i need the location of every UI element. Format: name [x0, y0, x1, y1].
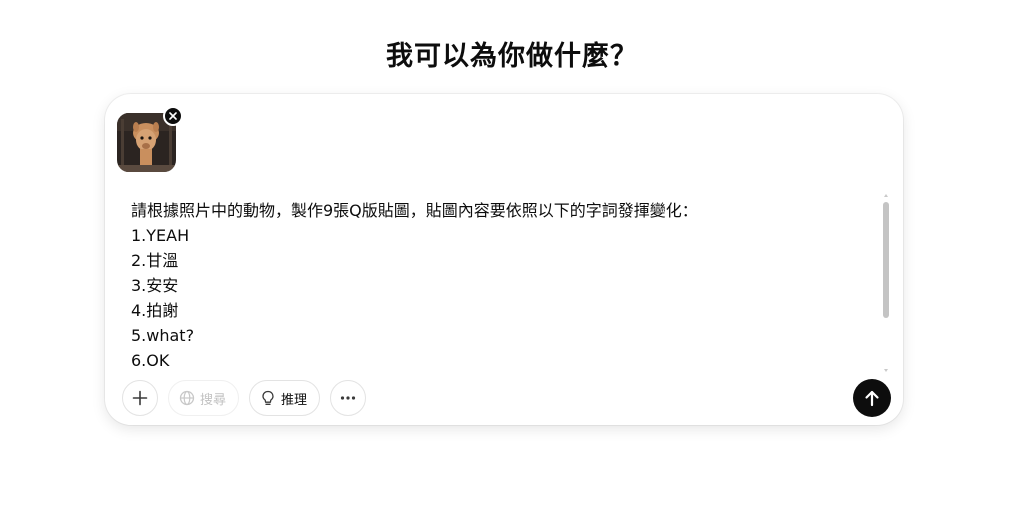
- globe-icon: [179, 390, 195, 406]
- add-button[interactable]: [122, 380, 158, 416]
- prompt-line: 2.甘溫: [131, 251, 179, 270]
- prompt-line: 5.what?: [131, 326, 195, 345]
- prompt-line: 4.拍謝: [131, 301, 179, 320]
- plus-icon: [132, 390, 148, 406]
- textarea-scrollbar[interactable]: [881, 194, 891, 372]
- scroll-thumb[interactable]: [883, 202, 889, 318]
- send-button[interactable]: [853, 379, 891, 417]
- remove-attachment-button[interactable]: [163, 106, 183, 126]
- reason-button[interactable]: 推理: [249, 380, 321, 416]
- prompt-line: 6.OK: [131, 351, 170, 370]
- composer-toolbar: 搜尋 推理: [122, 380, 367, 416]
- reason-label: 推理: [281, 392, 308, 408]
- prompt-line: 請根據照片中的動物，製作9張Q版貼圖，貼圖內容要依照以下的字詞發揮變化：: [131, 201, 698, 220]
- lightbulb-icon: [262, 390, 274, 405]
- prompt-line: 3.安安: [131, 276, 179, 295]
- search-label: 搜尋: [200, 392, 227, 408]
- search-button[interactable]: 搜尋: [168, 380, 240, 416]
- more-options-button[interactable]: [330, 380, 367, 416]
- arrow-up-icon: [865, 390, 879, 407]
- scroll-up-arrow-icon[interactable]: [884, 194, 888, 197]
- more-icon: [340, 396, 356, 400]
- page: 我可以為你做什麼？ 請根據照片中的動物，製作9張Q版貼圖，貼圖內容要依照以下的字…: [0, 0, 1024, 523]
- close-icon: [169, 112, 177, 120]
- prompt-composer: 請根據照片中的動物，製作9張Q版貼圖，貼圖內容要依照以下的字詞發揮變化： 1.Y…: [105, 94, 903, 425]
- prompt-textarea[interactable]: 請根據照片中的動物，製作9張Q版貼圖，貼圖內容要依照以下的字詞發揮變化： 1.Y…: [131, 198, 871, 370]
- scroll-down-arrow-icon[interactable]: [884, 369, 888, 372]
- prompt-line: 1.YEAH: [131, 226, 190, 245]
- page-title: 我可以為你做什麼？: [386, 41, 638, 72]
